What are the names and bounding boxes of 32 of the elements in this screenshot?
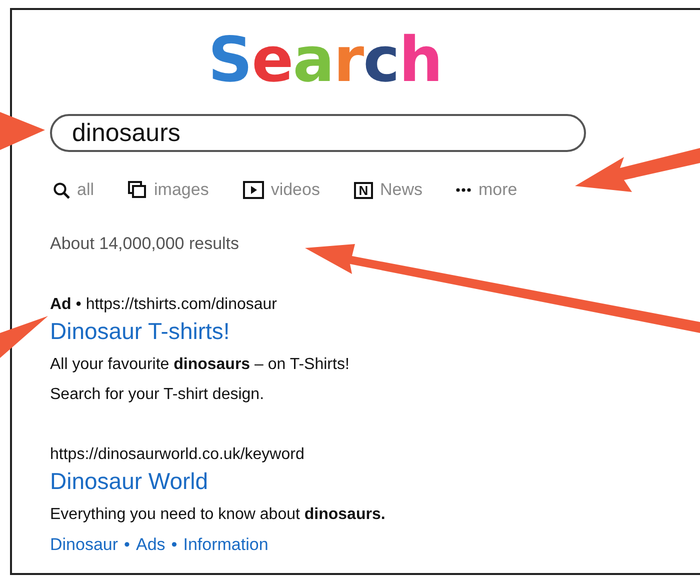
search-icon <box>53 182 70 198</box>
search-tab[interactable]: all <box>53 180 94 200</box>
result-url: https://dinosaurworld.co.uk/keyword <box>50 445 306 465</box>
sitelink[interactable]: Ads <box>136 530 166 560</box>
result-url: Ad • https://tshirts.com/dinosaur <box>50 295 278 315</box>
logo-letter: r <box>334 29 364 91</box>
sitelink[interactable]: Information <box>183 530 268 560</box>
logo-letter: c <box>363 29 399 91</box>
search-tab[interactable]: N News <box>354 180 422 200</box>
play-icon <box>242 181 264 199</box>
separator-dot: • <box>171 534 178 556</box>
logo-letter: h <box>398 29 442 91</box>
search-tab[interactable]: more <box>456 180 518 200</box>
search-tab[interactable]: videos <box>242 180 320 200</box>
news-icon: N <box>354 182 373 198</box>
result-title-link[interactable]: Dinosaur T-shirts! <box>50 316 700 346</box>
annotation-arrow <box>0 316 48 358</box>
separator-dot: • <box>124 534 130 556</box>
more-icon <box>456 188 472 192</box>
search-field[interactable]: dinosaurs <box>50 114 586 152</box>
result-title-link[interactable]: Dinosaur World <box>50 466 700 496</box>
logo-letter: e <box>252 29 293 91</box>
logo-letter: a <box>292 29 334 91</box>
result-count: About 14,000,000 results <box>50 234 240 254</box>
annotation-arrow <box>0 112 45 150</box>
sitelink[interactable]: Dinosaur <box>50 530 118 560</box>
result-description: Search for your T-shirt design. <box>50 385 266 405</box>
images-icon <box>128 181 148 199</box>
result-description: Everything you need to know about dinosaurs. <box>50 505 386 525</box>
result-description: All your favourite dinosaurs – on T-Shirts! <box>50 355 350 375</box>
logo-letter: S <box>208 29 252 91</box>
search-tab[interactable]: images <box>128 180 209 200</box>
